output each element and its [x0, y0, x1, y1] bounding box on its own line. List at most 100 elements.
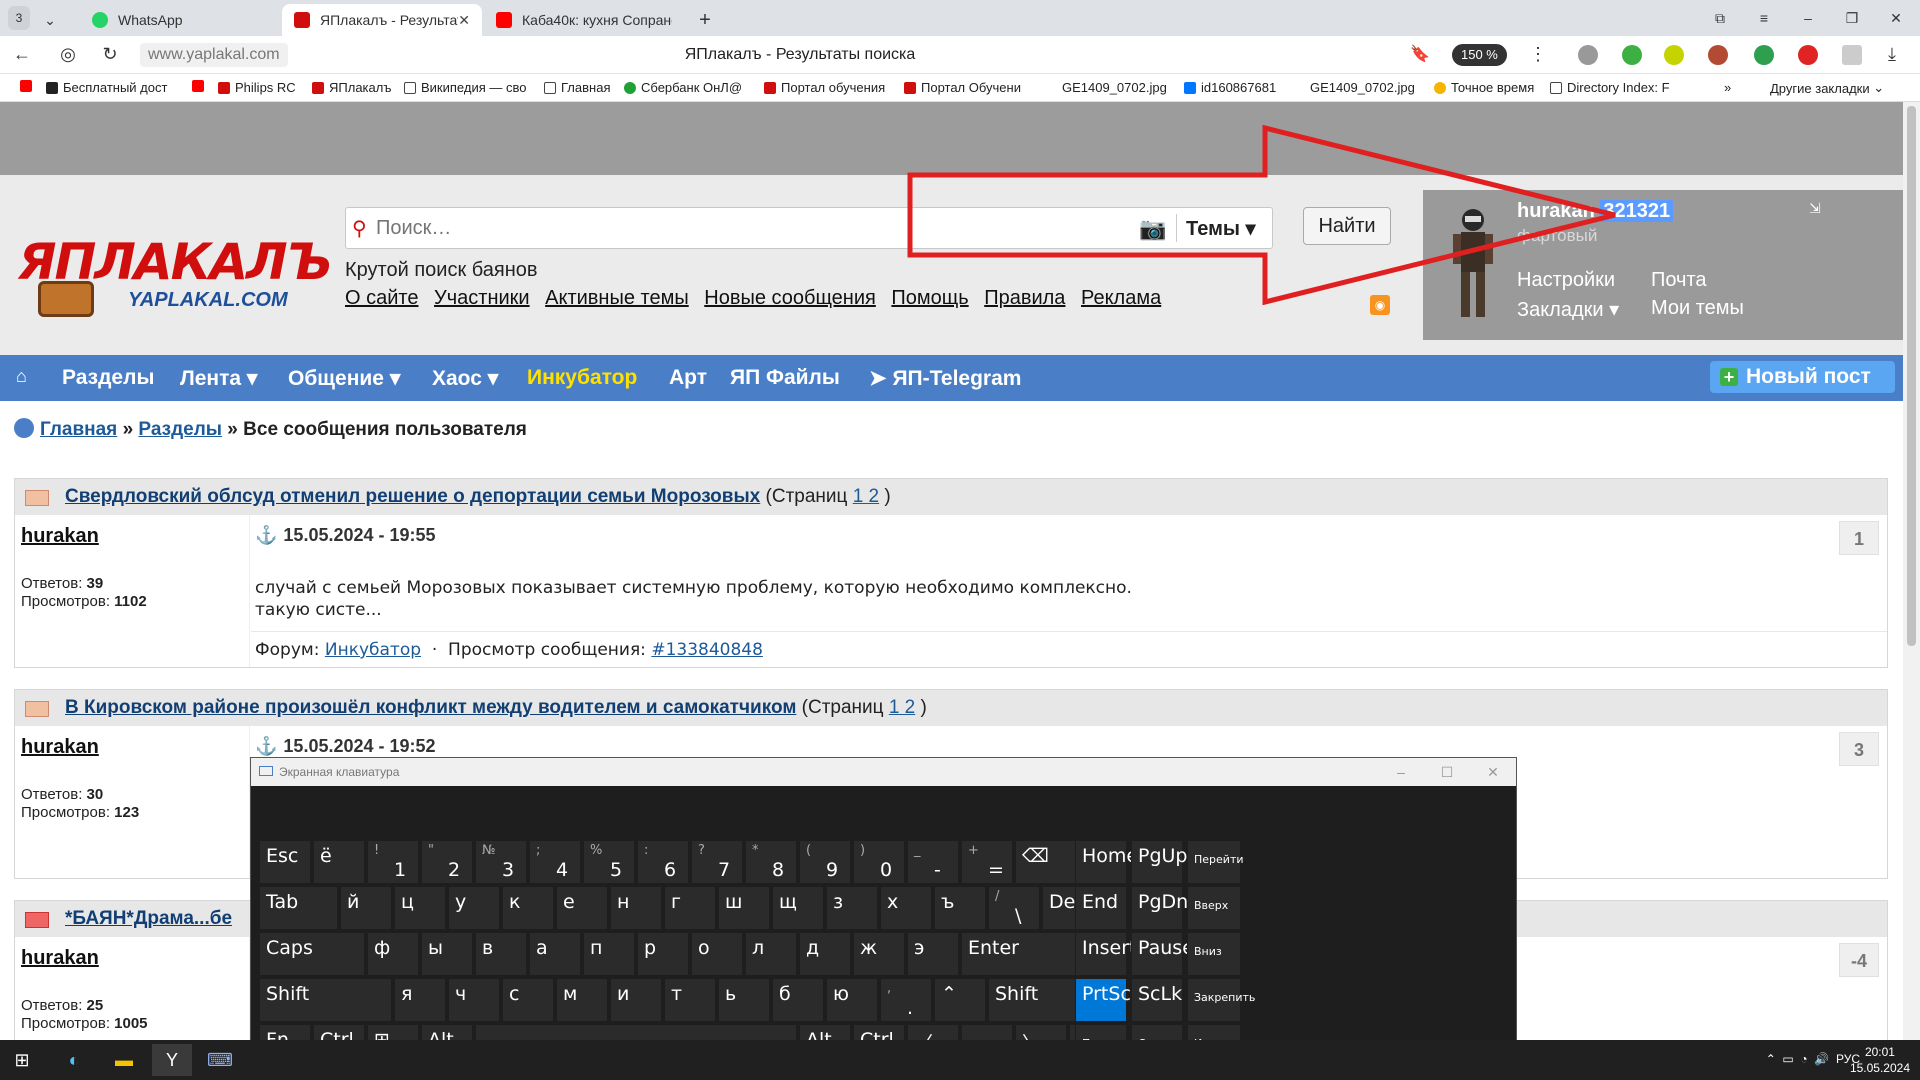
key-shift-left[interactable]: Shift — [259, 978, 392, 1022]
other-bookmarks[interactable]: Другие закладки ⌄ — [1770, 80, 1884, 96]
nav-art[interactable]: Арт — [669, 366, 707, 390]
post-title[interactable]: В Кировском районе произошёл конфликт ме… — [65, 697, 796, 718]
bookmark-item[interactable]: Точное время — [1434, 80, 1534, 95]
key-letter[interactable]: з — [826, 886, 878, 930]
home-icon[interactable]: ⌂ — [16, 366, 27, 387]
key-letter[interactable]: в — [475, 932, 527, 976]
nav-files[interactable]: ЯП Файлы — [730, 366, 840, 390]
logout-icon[interactable]: ⇲ — [1809, 200, 1821, 217]
file-explorer-icon[interactable]: ▬ — [104, 1044, 144, 1076]
reading-list-icon[interactable]: ⧉ — [1700, 0, 1740, 36]
key-insert[interactable]: Insert — [1075, 932, 1137, 976]
more-icon[interactable]: ⋮ — [1526, 44, 1550, 65]
close-icon[interactable]: ✕ — [1470, 758, 1516, 786]
tab-list-chevron-icon[interactable]: ⌄ — [40, 4, 60, 36]
link-active-topics[interactable]: Активные темы — [545, 287, 689, 309]
bookmark-item[interactable]: Бесплатный дост — [46, 80, 167, 95]
key-letter[interactable]: к — [502, 886, 554, 930]
maximize-icon[interactable]: ❐ — [1832, 0, 1872, 36]
key-digit[interactable]: _ - — [907, 840, 959, 884]
post-author[interactable]: hurakan — [21, 525, 99, 548]
key-period[interactable]: ,. — [880, 978, 932, 1022]
bookmark-item[interactable]: GE1409_0702.jpg — [1062, 80, 1167, 95]
bookmark-icon[interactable]: 🔖 — [1408, 44, 1432, 64]
tab-counter[interactable]: 3 — [8, 6, 30, 30]
key-letter[interactable]: ц — [394, 886, 446, 930]
link-new-messages[interactable]: Новые сообщения — [704, 287, 876, 309]
key-letter[interactable]: ъ — [934, 886, 986, 930]
key-letter[interactable]: щ — [772, 886, 824, 930]
bookmark-item[interactable]: Портал обучения — [764, 80, 885, 95]
key-end[interactable]: End — [1075, 886, 1127, 930]
key-sclk[interactable]: ScLk — [1131, 978, 1183, 1022]
menu-icon[interactable]: ≡ — [1744, 0, 1784, 36]
anchor-icon[interactable]: ⚓ — [255, 736, 277, 756]
bookmark-item[interactable]: id160867681 — [1184, 80, 1276, 95]
adblock-extension-icon[interactable] — [1798, 45, 1818, 65]
tab-whatsapp[interactable]: WhatsApp — [80, 4, 280, 36]
key-letter[interactable]: д — [799, 932, 851, 976]
key-digit[interactable]: * 8 — [745, 840, 797, 884]
key-digit[interactable]: " 2 — [421, 840, 473, 884]
key-pause[interactable]: Pause — [1131, 932, 1194, 976]
key-вниз[interactable]: Вниз — [1187, 932, 1241, 976]
key-caps[interactable]: Caps — [259, 932, 365, 976]
link-mail[interactable]: Почта — [1651, 269, 1707, 292]
key-letter[interactable]: й — [340, 886, 392, 930]
key-letter[interactable]: п — [583, 932, 635, 976]
link-my-topics[interactable]: Мои темы — [1651, 297, 1744, 320]
key-backslash[interactable]: / \ — [988, 886, 1040, 930]
extension-icon[interactable] — [1664, 45, 1684, 65]
bookmark-item[interactable]: Портал Обучени — [904, 80, 1021, 95]
key-digit[interactable]: ; 4 — [529, 840, 581, 884]
close-window-icon[interactable]: ✕ — [1876, 0, 1916, 36]
extension-icon[interactable] — [1708, 45, 1728, 65]
key-letter[interactable]: э — [907, 932, 959, 976]
key-digit[interactable]: № 3 — [475, 840, 527, 884]
pages-link[interactable]: 1 2 — [889, 697, 915, 718]
download-extension-icon[interactable] — [1622, 45, 1642, 65]
key-prtscn[interactable]: PrtScn — [1075, 978, 1143, 1022]
maximize-icon[interactable]: ☐ — [1424, 758, 1470, 786]
minimize-icon[interactable]: – — [1788, 0, 1828, 36]
bookmark-item[interactable]: Главная — [544, 80, 610, 95]
key-letter[interactable]: ю — [826, 978, 878, 1022]
key-letter[interactable]: с — [502, 978, 554, 1022]
yandex-browser-icon[interactable]: Y — [152, 1044, 192, 1076]
link-members[interactable]: Участники — [434, 287, 530, 309]
forum-link[interactable]: Инкубатор — [325, 640, 421, 660]
post-author[interactable]: hurakan — [21, 736, 99, 759]
scrollbar-thumb[interactable] — [1907, 106, 1916, 646]
key-letter[interactable]: ч — [448, 978, 500, 1022]
post-author[interactable]: hurakan — [21, 947, 99, 970]
key-letter[interactable]: т — [664, 978, 716, 1022]
bookmark-item[interactable]: GE1409_0702.jpg — [1310, 80, 1415, 95]
nav-incubator[interactable]: Инкубатор — [527, 366, 637, 390]
extensions-icon[interactable] — [1842, 45, 1862, 65]
zoom-badge[interactable]: 150 % — [1452, 44, 1507, 66]
key-letter[interactable]: ш — [718, 886, 770, 930]
key-digit[interactable]: ? 7 — [691, 840, 743, 884]
breadcrumb-home[interactable]: Главная — [40, 419, 117, 440]
bookmark-item[interactable]: Philips RC — [218, 80, 296, 95]
pages-link[interactable]: 1 2 — [853, 486, 879, 507]
key-digit[interactable]: + = — [961, 840, 1013, 884]
nav-chat[interactable]: Общение ▾ — [288, 366, 400, 391]
anchor-icon[interactable]: ⚓ — [255, 525, 277, 545]
new-tab-button[interactable]: + — [690, 4, 720, 36]
key-letter[interactable]: м — [556, 978, 608, 1022]
bookmark-youtube-icon[interactable] — [192, 80, 209, 92]
key-закрепить[interactable]: Закрепить — [1187, 978, 1255, 1022]
key-вверх[interactable]: Вверх — [1187, 886, 1241, 930]
key-yo[interactable]: ё — [313, 840, 365, 884]
page-scrollbar[interactable] — [1903, 102, 1920, 1040]
bookmark-item[interactable]: Википедия — сво — [404, 80, 526, 95]
key-letter[interactable]: л — [745, 932, 797, 976]
key-letter[interactable]: я — [394, 978, 446, 1022]
tab-yaplakal[interactable]: ЯПлакалъ - Результаты ✕ — [282, 4, 482, 36]
key-digit[interactable]: :6 — [637, 840, 689, 884]
key-letter[interactable]: ы — [421, 932, 473, 976]
key-pgup[interactable]: PgUp — [1131, 840, 1188, 884]
nav-chaos[interactable]: Хаос ▾ — [432, 366, 498, 391]
site-logo[interactable]: ЯПЛАКАЛЪ YAPLAKAL.COM — [18, 233, 333, 323]
